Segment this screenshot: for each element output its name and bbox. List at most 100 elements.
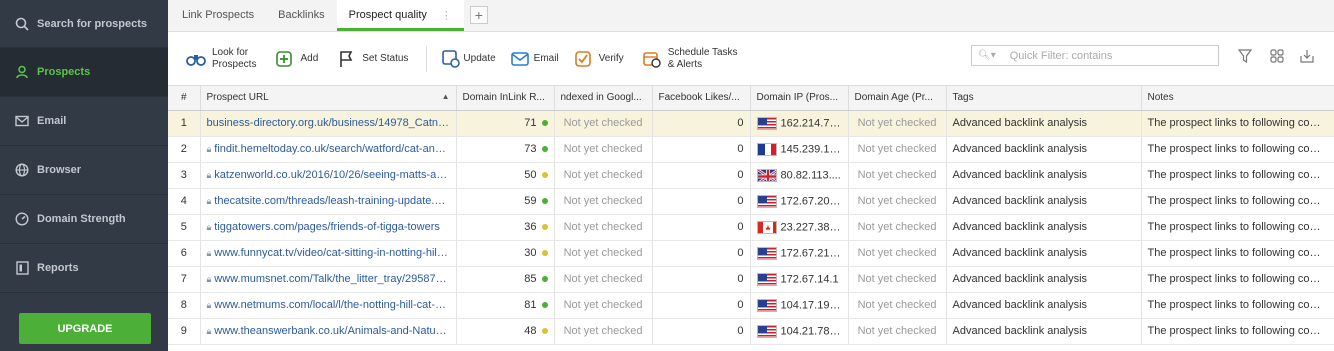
column-header-domain-ip[interactable]: Domain IP (Pros...: [750, 86, 849, 111]
sidebar-item-domain-strength[interactable]: Domain Strength: [0, 195, 168, 244]
tags-cell: Advanced backlink analysis: [946, 188, 1142, 215]
us-flag-icon: [756, 272, 777, 286]
globe-icon: [14, 162, 30, 178]
inlink-rank-value: 36: [524, 221, 537, 233]
row-number: 6: [168, 240, 201, 267]
notes-cell: The prospect links to following compet..…: [1141, 214, 1334, 241]
set-status-button[interactable]: Set Status: [336, 49, 408, 69]
prospect-url[interactable]: www.netmums.com/local/l/the-notting-hill…: [214, 299, 455, 311]
prospect-url[interactable]: business-directory.org.uk/business/14978…: [207, 117, 456, 129]
table-row[interactable]: 7 🔒︎ www.mumsnet.com/Talk/the_litter_tray/…: [168, 266, 1334, 293]
status-dot-icon: [541, 302, 548, 309]
sidebar-item-reports[interactable]: Reports: [0, 244, 168, 293]
sidebar-item-label: Reports: [37, 262, 79, 274]
column-header-indexed-in-google[interactable]: ndexed in Googl...: [554, 86, 653, 111]
sidebar: Search for prospects Prospects Email Bro…: [0, 0, 168, 351]
prospect-url[interactable]: thecatsite.com/threads/leash-training-up…: [214, 195, 455, 207]
domain-age-cell: Not yet checked: [848, 266, 947, 293]
sidebar-item-label: Search for prospects: [37, 17, 148, 30]
table-row[interactable]: 8 🔒︎ www.netmums.com/local/l/the-notting-h…: [168, 292, 1334, 319]
facebook-likes-cell: 0: [652, 240, 751, 267]
prospect-url-cell[interactable]: 🔒︎ www.funnycat.tv/video/cat-sitting-in-n…: [200, 240, 457, 267]
table-row[interactable]: 3 🔒︎ katzenworld.co.uk/2016/10/26/seeing-m…: [168, 162, 1334, 189]
prospect-url-cell[interactable]: 🔒︎ katzenworld.co.uk/2016/10/26/seeing-ma…: [200, 162, 457, 189]
email-label: Email: [533, 53, 559, 64]
prospect-url[interactable]: www.mumsnet.com/Talk/the_litter_tray/295…: [214, 273, 455, 285]
facebook-likes-cell: 0: [652, 136, 751, 163]
envelope-icon: [14, 113, 30, 129]
lock-icon: 🔒︎: [206, 300, 212, 310]
sidebar-item-search-for-prospects[interactable]: Search for prospects: [0, 0, 168, 48]
schedule-line2: & Alerts: [667, 59, 703, 70]
prospect-url-cell[interactable]: 🔒︎ thecatsite.com/threads/leash-training-…: [200, 188, 457, 215]
columns-icon[interactable]: [1268, 47, 1286, 65]
domain-ip-value: 104.17.193...: [780, 298, 845, 311]
prospect-url-cell[interactable]: 🔒︎ www.theanswerbank.co.uk/Animals-and-Na…: [200, 318, 457, 345]
export-icon[interactable]: [1298, 47, 1316, 65]
sidebar-item-browser[interactable]: Browser: [0, 146, 168, 195]
prospect-url-cell[interactable]: 🔒︎ www.mumsnet.com/Talk/the_litter_tray/2…: [200, 266, 457, 293]
status-dot-icon: [541, 328, 548, 335]
sidebar-item-prospects[interactable]: Prospects: [0, 48, 168, 97]
email-button[interactable]: Email: [510, 49, 559, 69]
prospect-url[interactable]: findit.hemeltoday.co.uk/search/watford/c…: [214, 143, 455, 155]
column-header-domain-inlink-rank[interactable]: Domain InLink R...: [456, 86, 555, 111]
table-row[interactable]: 2 🔒︎ findit.hemeltoday.co.uk/search/watfor…: [168, 136, 1334, 163]
prospect-url[interactable]: katzenworld.co.uk/2016/10/26/seeing-matt…: [214, 169, 455, 181]
table-row[interactable]: 6 🔒︎ www.funnycat.tv/video/cat-sitting-in-…: [168, 240, 1334, 267]
tags-cell: Advanced backlink analysis: [946, 318, 1142, 345]
prospect-url-cell[interactable]: 🔒︎ www.netmums.com/local/l/the-notting-hi…: [200, 292, 457, 319]
prospect-url[interactable]: www.funnycat.tv/video/cat-sitting-in-not…: [214, 247, 455, 259]
prospect-url-cell[interactable]: business-directory.org.uk/business/14978…: [200, 110, 457, 137]
domain-inlink-rank-cell: 30: [456, 240, 555, 267]
tab-link-prospects[interactable]: Link Prospects: [170, 0, 266, 31]
column-header-prospect-url[interactable]: Prospect URL ▲: [200, 86, 457, 111]
notes-cell: The prospect links to following compet..…: [1141, 162, 1334, 189]
filter-icon[interactable]: [1236, 47, 1254, 65]
sidebar-item-email[interactable]: Email: [0, 97, 168, 146]
upgrade-button[interactable]: UPGRADE: [19, 313, 151, 344]
verify-button[interactable]: Verify: [573, 49, 624, 69]
plus-icon: +: [474, 7, 483, 23]
domain-inlink-rank-cell: 36: [456, 214, 555, 241]
prospect-url[interactable]: www.theanswerbank.co.uk/Animals-and-Natu…: [214, 325, 455, 337]
tags-cell: Advanced backlink analysis: [946, 214, 1142, 241]
prospect-url[interactable]: tiggatowers.com/pages/friends-of-tigga-t…: [214, 221, 440, 233]
table-row[interactable]: 9 🔒︎ www.theanswerbank.co.uk/Animals-and-N…: [168, 318, 1334, 345]
tab-backlinks[interactable]: Backlinks: [266, 0, 336, 31]
indexed-in-google-cell: Not yet checked: [554, 214, 653, 241]
prospect-url-cell[interactable]: 🔒︎ findit.hemeltoday.co.uk/search/watford…: [200, 136, 457, 163]
fr-flag-icon: [756, 142, 777, 156]
tags-cell: Advanced backlink analysis: [946, 162, 1142, 189]
search-dropdown-icon[interactable]: 🔍︎▾: [978, 50, 996, 61]
schedule-tasks-button[interactable]: Schedule Tasks & Alerts: [642, 47, 738, 71]
tab-menu-icon[interactable]: ⋮: [441, 9, 452, 22]
quick-filter-input[interactable]: 🔍︎▾ Quick Filter: contains: [971, 45, 1219, 66]
add-tab-button[interactable]: +: [469, 6, 488, 24]
user-icon: [14, 64, 30, 80]
sort-ascending-icon: ▲: [441, 92, 450, 102]
column-header-facebook-likes[interactable]: Facebook Likes/...: [652, 86, 751, 111]
column-header-tags[interactable]: Tags: [946, 86, 1142, 111]
tab-prospect-quality[interactable]: Prospect quality ⋮: [336, 0, 464, 31]
add-button[interactable]: Add: [274, 49, 318, 69]
table-row[interactable]: 1 business-directory.org.uk/business/1497…: [168, 110, 1334, 137]
look-for-prospects-button[interactable]: Look for Prospects: [186, 47, 256, 71]
tags-cell: Advanced backlink analysis: [946, 266, 1142, 293]
table-row[interactable]: 4 🔒︎ thecatsite.com/threads/leash-training…: [168, 188, 1334, 215]
row-number: 2: [168, 136, 201, 163]
search-icon: [14, 16, 30, 32]
update-button[interactable]: Update: [441, 49, 496, 69]
verify-label: Verify: [598, 53, 624, 64]
domain-inlink-rank-cell: 48: [456, 318, 555, 345]
indexed-in-google-cell: Not yet checked: [554, 162, 653, 189]
toolbar-divider: [426, 46, 428, 72]
facebook-likes-cell: 0: [652, 292, 751, 319]
column-header-notes[interactable]: Notes: [1141, 86, 1334, 111]
inlink-rank-value: 50: [524, 169, 537, 181]
table-row[interactable]: 5 🔒︎ tiggatowers.com/pages/friends-of-tigg…: [168, 214, 1334, 241]
column-header-number[interactable]: #: [168, 86, 201, 111]
column-header-domain-age[interactable]: Domain Age (Pr...: [848, 86, 947, 111]
prospect-url-cell[interactable]: 🔒︎ tiggatowers.com/pages/friends-of-tigga…: [200, 214, 457, 241]
tags-cell: Advanced backlink analysis: [946, 136, 1142, 163]
